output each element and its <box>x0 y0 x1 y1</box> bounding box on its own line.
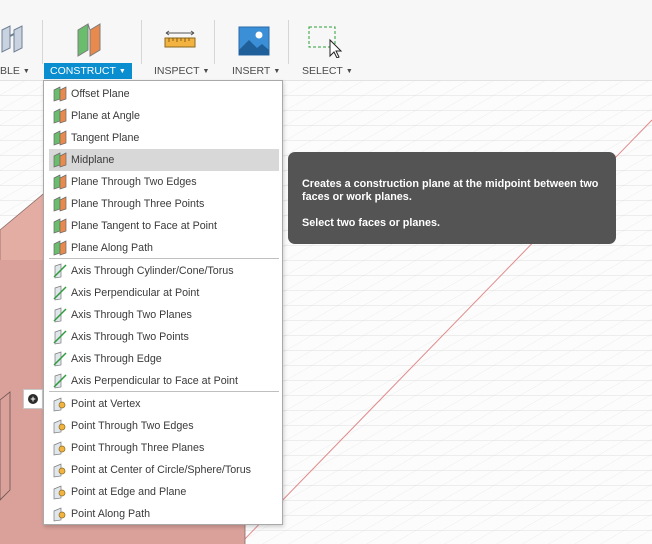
toolbar-group-insert[interactable]: INSERT ▼ <box>226 0 284 80</box>
axis-perpendicular-point-icon <box>53 285 67 301</box>
tooltip-instruction: Select two faces or planes. <box>302 217 441 229</box>
midplane-icon <box>53 152 67 168</box>
toolbar-divider <box>214 20 215 64</box>
menu-item-label: Tangent Plane <box>71 132 140 144</box>
insert-image-icon <box>238 26 270 56</box>
menu-item-tangent-plane[interactable]: Tangent Plane <box>49 127 279 149</box>
menu-item-midplane[interactable]: Midplane <box>49 149 279 171</box>
menu-item-label: Midplane <box>71 154 115 166</box>
assemble-icon <box>1 25 23 53</box>
plane-at-angle-icon <box>53 108 67 124</box>
menu-item-plane-along-path[interactable]: Plane Along Path <box>49 237 279 259</box>
construct-dropdown-menu: Offset Plane Plane at Angle Tangent Plane M… <box>43 80 283 525</box>
tooltip-description: Creates a construction plane at the midp… <box>302 178 599 203</box>
menu-item-plane-tangent-face-point[interactable]: Plane Tangent to Face at Point <box>49 215 279 237</box>
toolbar-divider <box>288 20 289 64</box>
point-vertex-icon <box>53 397 66 412</box>
menu-item-axis-perpendicular-point[interactable]: Axis Perpendicular at Point <box>49 282 279 304</box>
toolbar-group-construct[interactable]: CONSTRUCT ▼ <box>44 0 136 80</box>
menu-item-label: Plane Through Three Points <box>71 198 205 210</box>
menu-item-point-along-path[interactable]: Point Along Path <box>49 503 279 525</box>
menu-separator <box>49 391 279 392</box>
axis-edge-icon <box>53 351 67 367</box>
menu-item-label: Point Through Three Planes <box>71 442 205 454</box>
menu-item-label: Plane Along Path <box>71 242 154 254</box>
menu-item-label: Point Through Two Edges <box>71 420 194 432</box>
toolbar-group-select[interactable]: SELECT ▼ <box>296 0 354 80</box>
point-two-edges-icon <box>53 419 66 434</box>
menu-item-offset-plane[interactable]: Offset Plane <box>49 83 279 105</box>
menu-item-label: Plane at Angle <box>71 110 140 122</box>
toolbar-label-inspect[interactable]: INSPECT ▼ <box>148 63 215 79</box>
menu-item-label: Axis Perpendicular to Face at Point <box>71 375 238 387</box>
menu-item-label: Offset Plane <box>71 88 130 100</box>
add-point-marker[interactable]: + <box>23 389 43 409</box>
menu-item-label: Point at Center of Circle/Sphere/Torus <box>71 464 251 476</box>
menu-item-axis-perpendicular-face[interactable]: Axis Perpendicular to Face at Point <box>49 370 279 392</box>
add-circle-icon: + <box>28 394 38 404</box>
menu-item-label: Axis Through Cylinder/Cone/Torus <box>71 265 234 277</box>
menu-item-plane-at-angle[interactable]: Plane at Angle <box>49 105 279 127</box>
menu-item-axis-two-planes[interactable]: Axis Through Two Planes <box>49 304 279 326</box>
toolbar-label-insert[interactable]: INSERT ▼ <box>226 63 286 79</box>
toolbar-divider <box>42 20 43 64</box>
plane-two-edges-icon <box>53 174 67 190</box>
axis-two-points-icon <box>53 329 67 345</box>
menu-item-label: Plane Through Two Edges <box>71 176 197 188</box>
midplane-tooltip: Creates a construction plane at the midp… <box>288 152 616 244</box>
axis-perpendicular-face-icon <box>53 373 67 389</box>
menu-item-label: Plane Tangent to Face at Point <box>71 220 217 232</box>
plane-three-points-icon <box>53 196 67 212</box>
toolbar-divider <box>141 20 142 64</box>
menu-item-label: Point Along Path <box>71 508 151 520</box>
point-along-path-icon <box>53 507 66 522</box>
toolbar-group-inspect[interactable]: INSPECT ▼ <box>148 0 212 80</box>
axis-two-planes-icon <box>53 307 67 323</box>
menu-item-label: Axis Perpendicular at Point <box>71 287 200 299</box>
menu-item-point-edge-plane[interactable]: Point at Edge and Plane <box>49 481 279 503</box>
plane-along-path-icon <box>53 240 67 256</box>
tangent-plane-icon <box>53 130 67 146</box>
menu-item-label: Point at Edge and Plane <box>71 486 187 498</box>
axis-cylinder-icon <box>53 263 67 279</box>
menu-item-label: Axis Through Edge <box>71 353 162 365</box>
menu-item-axis-two-points[interactable]: Axis Through Two Points <box>49 326 279 348</box>
toolbar: BLE ▼ CONSTRUCT ▼ INSPECT ▼ INSERT ▼ SEL… <box>0 0 652 81</box>
menu-item-point-vertex[interactable]: Point at Vertex <box>49 393 279 415</box>
point-edge-plane-icon <box>53 485 66 500</box>
menu-item-axis-cylinder[interactable]: Axis Through Cylinder/Cone/Torus <box>49 260 279 282</box>
select-window-icon <box>308 26 343 58</box>
menu-separator <box>49 258 279 259</box>
menu-item-point-center[interactable]: Point at Center of Circle/Sphere/Torus <box>49 459 279 481</box>
measure-ruler-icon <box>164 30 196 48</box>
menu-item-axis-edge[interactable]: Axis Through Edge <box>49 348 279 370</box>
menu-item-label: Axis Through Two Points <box>71 331 189 343</box>
menu-item-label: Axis Through Two Planes <box>71 309 192 321</box>
menu-item-point-three-planes[interactable]: Point Through Three Planes <box>49 437 279 459</box>
point-three-planes-icon <box>53 441 66 456</box>
offset-plane-icon <box>53 86 67 102</box>
plane-tangent-face-point-icon <box>53 218 67 234</box>
menu-item-plane-two-edges[interactable]: Plane Through Two Edges <box>49 171 279 193</box>
toolbar-group-assemble[interactable]: BLE ▼ <box>0 0 40 80</box>
menu-item-point-two-edges[interactable]: Point Through Two Edges <box>49 415 279 437</box>
toolbar-label-select[interactable]: SELECT ▼ <box>296 63 359 79</box>
construct-plane-icon <box>77 23 101 57</box>
menu-item-label: Point at Vertex <box>71 398 141 410</box>
menu-item-plane-three-points[interactable]: Plane Through Three Points <box>49 193 279 215</box>
toolbar-label-assemble[interactable]: BLE ▼ <box>0 63 36 79</box>
point-center-icon <box>53 463 66 478</box>
toolbar-label-construct[interactable]: CONSTRUCT ▼ <box>44 63 132 79</box>
